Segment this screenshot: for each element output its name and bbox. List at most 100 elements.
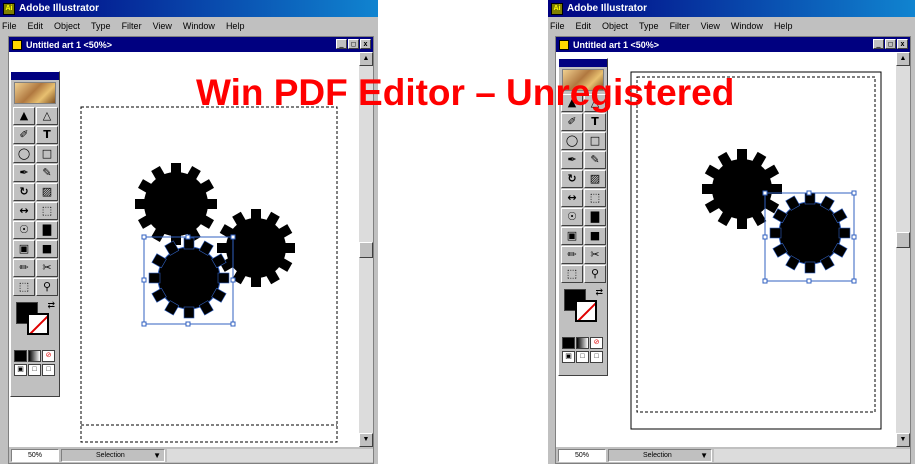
pen-tool-icon[interactable]: ✐ — [561, 113, 583, 131]
brush-tool-icon[interactable]: ✒ — [13, 164, 35, 182]
hand-tool-icon[interactable]: ⬚ — [561, 265, 583, 283]
eyedropper-tool-icon[interactable]: ✏ — [13, 259, 35, 277]
menu-view[interactable]: View — [701, 21, 720, 31]
scissors-tool-icon[interactable]: ✂ — [584, 246, 606, 264]
menubar: File Edit Object Type Filter View Window… — [0, 18, 378, 34]
scroll-thumb[interactable] — [359, 242, 373, 258]
gradient-tool-icon[interactable]: ■ — [584, 227, 606, 245]
rotate-tool-icon[interactable]: ↻ — [13, 183, 35, 201]
zoom-tool-icon[interactable]: ⚲ — [36, 278, 58, 296]
stroke-swatch[interactable] — [575, 300, 597, 322]
menu-type[interactable]: Type — [91, 21, 111, 31]
menu-filter[interactable]: Filter — [670, 21, 690, 31]
maximize-button[interactable]: □ — [885, 39, 896, 49]
menu-file[interactable]: File — [550, 21, 565, 31]
menu-filter[interactable]: Filter — [122, 21, 142, 31]
pencil-tool-icon[interactable]: ✎ — [584, 151, 606, 169]
menu-help[interactable]: Help — [774, 21, 793, 31]
direct-selection-tool-icon[interactable]: △ — [36, 107, 58, 125]
graph-tool-icon[interactable]: ▇ — [584, 208, 606, 226]
document-titlebar[interactable]: Untitled art 1 <50%> _ □ x — [9, 37, 373, 52]
ellipse-tool-icon[interactable]: ◯ — [13, 145, 35, 163]
menu-object[interactable]: Object — [602, 21, 628, 31]
close-button[interactable]: x — [897, 39, 908, 49]
status-mode-dropdown[interactable]: Selection ▼ — [61, 448, 165, 462]
eyedropper-tool-icon[interactable]: ✏ — [561, 246, 583, 264]
menu-file[interactable]: File — [2, 21, 17, 31]
symbol-sprayer-tool-icon[interactable]: ☉ — [13, 221, 35, 239]
hand-tool-icon[interactable]: ⬚ — [13, 278, 35, 296]
screen-mode-full-icon[interactable]: □ — [42, 364, 55, 376]
vertical-scrollbar[interactable]: ▲ ▼ — [896, 52, 910, 447]
minimize-button[interactable]: _ — [873, 39, 884, 49]
scroll-up-arrow-icon[interactable]: ▲ — [359, 52, 373, 66]
swap-arrows-icon[interactable]: ⇄ — [595, 287, 603, 298]
menu-help[interactable]: Help — [226, 21, 245, 31]
type-tool-icon[interactable]: T — [36, 126, 58, 144]
scroll-thumb[interactable] — [896, 232, 910, 248]
menu-view[interactable]: View — [153, 21, 172, 31]
horizontal-scrollbar[interactable] — [714, 448, 910, 462]
status-mode-dropdown[interactable]: Selection ▼ — [608, 448, 712, 462]
reflect-tool-icon[interactable]: ↔ — [13, 202, 35, 220]
screen-mode-menubar-icon[interactable]: □ — [28, 364, 41, 376]
scissors-tool-icon[interactable]: ✂ — [36, 259, 58, 277]
reflect-tool-icon[interactable]: ↔ — [561, 189, 583, 207]
status-bar: 50% Selection ▼ — [9, 447, 373, 463]
rectangle-tool-icon[interactable]: □ — [36, 145, 58, 163]
rectangle-tool-icon[interactable]: □ — [584, 132, 606, 150]
scroll-down-arrow-icon[interactable]: ▼ — [896, 433, 910, 447]
gradient-mode-icon[interactable] — [576, 337, 589, 349]
app-titlebar[interactable]: Ai Adobe Illustrator — [548, 0, 915, 17]
stroke-swatch[interactable] — [27, 313, 49, 335]
horizontal-scrollbar[interactable] — [167, 448, 373, 462]
graph-tool-icon[interactable]: ▇ — [36, 221, 58, 239]
document-titlebar[interactable]: Untitled art 1 <50%> _ □ x — [556, 37, 910, 52]
zoom-tool-icon[interactable]: ⚲ — [584, 265, 606, 283]
brush-tool-icon[interactable]: ✒ — [561, 151, 583, 169]
mesh-tool-icon[interactable]: ▣ — [13, 240, 35, 258]
scale-tool-icon[interactable]: ▨ — [36, 183, 58, 201]
free-transform-tool-icon[interactable]: ⬚ — [584, 189, 606, 207]
app-title: Adobe Illustrator — [19, 3, 100, 14]
none-mode-icon[interactable]: ⊘ — [590, 337, 603, 349]
illustrator-app-icon: Ai — [551, 2, 563, 15]
color-mode-icon[interactable] — [14, 350, 27, 362]
screen-mode-menubar-icon[interactable]: □ — [576, 351, 589, 363]
zoom-level-field[interactable]: 50% — [11, 448, 59, 462]
app-titlebar[interactable]: Ai Adobe Illustrator — [0, 0, 378, 17]
mesh-tool-icon[interactable]: ▣ — [561, 227, 583, 245]
maximize-button[interactable]: □ — [348, 39, 359, 49]
free-transform-tool-icon[interactable]: ⬚ — [36, 202, 58, 220]
menu-object[interactable]: Object — [54, 21, 80, 31]
symbol-sprayer-tool-icon[interactable]: ☉ — [561, 208, 583, 226]
scroll-up-arrow-icon[interactable]: ▲ — [896, 52, 910, 66]
menu-edit[interactable]: Edit — [576, 21, 592, 31]
gradient-tool-icon[interactable]: ■ — [36, 240, 58, 258]
color-mode-icon[interactable] — [562, 337, 575, 349]
menu-edit[interactable]: Edit — [28, 21, 44, 31]
menu-window[interactable]: Window — [183, 21, 215, 31]
swap-arrows-icon[interactable]: ⇄ — [47, 300, 55, 311]
screen-mode-standard-icon[interactable]: ▣ — [562, 351, 575, 363]
toolbox-titlebar[interactable] — [559, 59, 607, 67]
scroll-down-arrow-icon[interactable]: ▼ — [359, 433, 373, 447]
pen-tool-icon[interactable]: ✐ — [13, 126, 35, 144]
gradient-mode-icon[interactable] — [28, 350, 41, 362]
screen-mode-full-icon[interactable]: □ — [590, 351, 603, 363]
pencil-tool-icon[interactable]: ✎ — [36, 164, 58, 182]
rotate-tool-icon[interactable]: ↻ — [561, 170, 583, 188]
chevron-down-icon: ▼ — [700, 450, 708, 460]
minimize-button[interactable]: _ — [336, 39, 347, 49]
screen-mode-standard-icon[interactable]: ▣ — [14, 364, 27, 376]
selection-tool-icon[interactable]: ▲ — [13, 107, 35, 125]
menu-window[interactable]: Window — [731, 21, 763, 31]
ellipse-tool-icon[interactable]: ◯ — [561, 132, 583, 150]
toolbox-titlebar[interactable] — [11, 72, 59, 80]
menu-type[interactable]: Type — [639, 21, 659, 31]
none-mode-icon[interactable]: ⊘ — [42, 350, 55, 362]
type-tool-icon[interactable]: T — [584, 113, 606, 131]
zoom-level-field[interactable]: 50% — [558, 448, 606, 462]
scale-tool-icon[interactable]: ▨ — [584, 170, 606, 188]
close-button[interactable]: x — [360, 39, 371, 49]
